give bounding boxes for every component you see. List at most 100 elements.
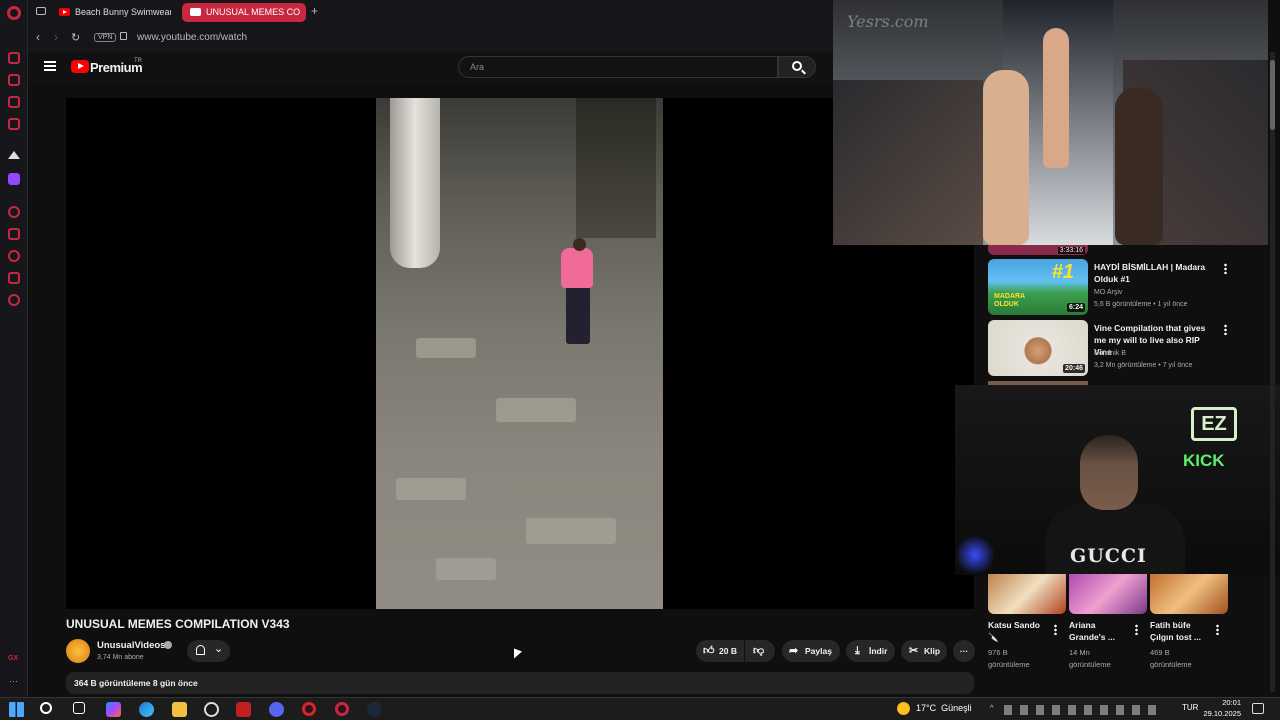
recommendation-channel[interactable]: Dominik B <box>1094 350 1126 357</box>
reload-icon[interactable]: ↻ <box>71 31 80 44</box>
short-title[interactable]: Ariana Grande's ... <box>1069 619 1131 643</box>
bag-icon[interactable] <box>8 74 20 86</box>
streamer <box>1080 435 1138 510</box>
browser-sidebar: GX ··· <box>0 0 28 697</box>
tab-beach-bunny[interactable]: Beach Bunny Swimwear B <box>51 3 171 22</box>
youtube-favicon-icon <box>59 8 70 16</box>
search-button[interactable] <box>778 56 816 78</box>
gx-icon[interactable]: GX <box>8 655 18 662</box>
short-thumbnail[interactable] <box>1150 574 1228 614</box>
search-input[interactable]: Ara <box>458 56 778 78</box>
hamburger-menu-icon[interactable] <box>44 61 56 71</box>
region-badge: TR <box>134 58 142 64</box>
discord-icon[interactable] <box>269 702 284 717</box>
tab-menu-icon[interactable] <box>36 7 46 15</box>
opera-gx-icon[interactable] <box>335 702 349 716</box>
tab-bar: Beach Bunny Swimwear B UNUSUAL MEMES CO … <box>28 0 833 24</box>
download-button[interactable]: ⤓ İndir <box>846 640 895 662</box>
recommendation-meta: 5,6 B görüntüleme • 1 yıl önce <box>1094 301 1188 308</box>
scrollbar-thumb[interactable] <box>1270 60 1275 130</box>
notification-bell-button[interactable]: ⌄ <box>187 640 230 662</box>
twitch-icon[interactable] <box>8 173 20 185</box>
recommendation-title[interactable]: HAYDİ BİSMİLLAH | Madara Olduk #1 <box>1094 261 1216 285</box>
more-actions-button[interactable]: ··· <box>953 640 975 662</box>
short-thumbnail[interactable] <box>988 574 1066 614</box>
aria-icon[interactable] <box>8 52 20 64</box>
thumbs-down-icon: 👎︎ <box>753 645 765 657</box>
opera-icon[interactable] <box>302 702 316 716</box>
rock <box>436 558 496 580</box>
file-explorer-icon[interactable] <box>172 702 187 717</box>
short-title[interactable]: Katsu Sando 🔪 <box>988 619 1050 643</box>
rock <box>396 478 466 500</box>
kebab-menu-icon[interactable] <box>1224 324 1227 335</box>
tree-trunk <box>390 98 440 268</box>
history-icon[interactable] <box>8 250 20 262</box>
video-thumbnail[interactable]: 20:46 <box>988 320 1088 376</box>
channel-name[interactable]: UnusualVideos <box>97 640 165 651</box>
player-icon[interactable] <box>8 206 20 218</box>
description-box[interactable]: 364 B görüntüleme 8 gün önce <box>66 672 974 694</box>
tab-unusual-memes[interactable]: UNUSUAL MEMES CO <box>182 3 306 22</box>
extensions-icon[interactable] <box>8 272 20 284</box>
notifications-icon[interactable] <box>1252 703 1264 714</box>
rock <box>526 518 616 544</box>
input-language[interactable]: TUR <box>1182 703 1198 712</box>
clock-date[interactable]: 29.10.2025 <box>1199 709 1241 718</box>
vpn-badge[interactable]: VPN <box>94 33 117 42</box>
short-title[interactable]: Fatih büfe Çılgın tost ... <box>1150 619 1212 643</box>
mouse-cursor-icon <box>514 648 522 662</box>
clock-time[interactable]: 20:01 <box>1203 698 1241 707</box>
weather-text[interactable]: 17°C Güneşli <box>916 703 972 713</box>
subscriber-count: 3,74 Mn abone <box>97 654 144 661</box>
recommendation-channel[interactable]: MO Arşiv <box>1094 289 1122 296</box>
dark-foliage <box>576 98 656 238</box>
instagram-icon[interactable] <box>8 118 20 130</box>
opera-logo-icon[interactable] <box>7 6 21 20</box>
kebab-menu-icon[interactable] <box>1135 624 1138 635</box>
kebab-menu-icon[interactable] <box>1054 624 1057 635</box>
short-thumbnail[interactable] <box>1069 574 1147 614</box>
arrow-icon[interactable] <box>8 151 20 159</box>
back-icon[interactable]: ‹ <box>36 30 40 44</box>
channel-avatar[interactable] <box>66 639 90 663</box>
system-tray-icons[interactable] <box>1004 705 1164 715</box>
url-field[interactable]: www.youtube.com/watch <box>137 32 247 43</box>
recommendation-item[interactable]: 20:46 Vine Compilation that gives me my … <box>988 320 1238 378</box>
person <box>566 286 590 344</box>
chevron-down-icon: ⌄ <box>214 643 224 655</box>
kebab-menu-icon[interactable] <box>1216 624 1219 635</box>
app-icon[interactable] <box>236 702 251 717</box>
audience-left <box>833 80 983 245</box>
runway-video-overlay[interactable]: Yesrs.com <box>833 0 1268 245</box>
clip-button[interactable]: ✂ Klip <box>901 640 947 662</box>
thumbnail-caption: MADARA OLDUK <box>994 293 1025 308</box>
app-icon[interactable] <box>204 702 219 717</box>
video-duration: 20:46 <box>1063 364 1085 373</box>
thumbnail-text: #1 <box>1051 261 1074 283</box>
kebab-menu-icon[interactable] <box>1224 263 1227 274</box>
edge-icon[interactable] <box>139 702 154 717</box>
bookmark-icon[interactable] <box>8 228 20 240</box>
windows-start-icon[interactable] <box>9 702 24 717</box>
settings-gear-icon[interactable] <box>8 294 20 306</box>
kick-logo: KICK <box>1183 451 1225 470</box>
like-button[interactable]: 👍︎ 20 B <box>696 640 744 662</box>
video-thumbnail[interactable]: #1 MADARA OLDUK 6:24 <box>988 259 1088 315</box>
copilot-icon[interactable] <box>106 702 121 717</box>
search-icon[interactable] <box>40 702 52 714</box>
share-button[interactable]: ➦ Paylaş <box>782 640 840 662</box>
steam-icon[interactable] <box>367 702 382 717</box>
partial-thumbnail[interactable]: 3:33:16 <box>988 245 1088 255</box>
dislike-button[interactable]: 👎︎ <box>745 640 775 662</box>
youtube-logo-icon[interactable] <box>71 60 89 73</box>
messenger-icon[interactable] <box>8 96 20 108</box>
tray-chevron-icon[interactable]: ^ <box>990 705 993 712</box>
recommendation-item[interactable]: #1 MADARA OLDUK 6:24 HAYDİ BİSMİLLAH | M… <box>988 259 1238 317</box>
forward-icon[interactable]: › <box>54 30 58 44</box>
new-tab-button[interactable]: + <box>311 4 318 18</box>
more-icon[interactable]: ··· <box>9 676 18 686</box>
task-view-icon[interactable] <box>73 702 85 714</box>
thumbs-up-icon: 👍︎ <box>703 645 715 657</box>
scrollbar[interactable] <box>1270 52 1275 692</box>
